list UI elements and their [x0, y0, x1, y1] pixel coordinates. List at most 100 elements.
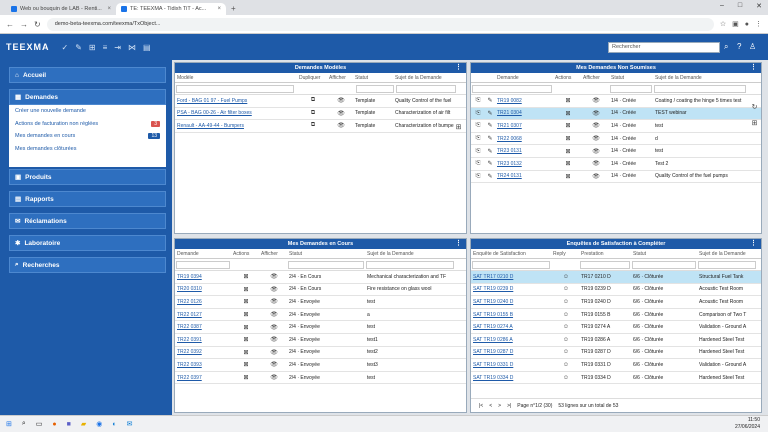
- folder-icon[interactable]: ▰: [81, 420, 86, 428]
- action-icon[interactable]: ⊠: [231, 336, 259, 343]
- menu-accueil[interactable]: ⌂ Accueil: [9, 67, 166, 83]
- request-link[interactable]: TR21 0304: [495, 110, 553, 116]
- request-link[interactable]: TR23 0131: [495, 148, 553, 154]
- table-row[interactable]: Renault - AA-49-44 - Bumpers ⧉ 👁 Template Ch…: [175, 120, 466, 133]
- filter-input[interactable]: [654, 84, 746, 93]
- reload-icon[interactable]: ↻: [34, 20, 41, 29]
- table-row[interactable]: SAT TR19 0286 A ☺ TR19 0286 A 6/6 · Clôturé…: [471, 334, 761, 347]
- table-row[interactable]: SAT TR19 0239 D ☺ TR19 0239 D 6/6 · Clôturé…: [471, 284, 761, 297]
- col-header[interactable]: Statut: [287, 251, 365, 257]
- request-link[interactable]: TR24 0131: [495, 173, 553, 179]
- table-row[interactable]: PSA - BAG 00-26 - Air filter boxes ⧉ 👁 Temp…: [175, 108, 466, 121]
- teams-icon[interactable]: ■: [67, 421, 71, 428]
- col-header[interactable]: Demande: [175, 251, 231, 257]
- model-link[interactable]: Renault - AA-49-44 - Bumpers: [175, 123, 297, 129]
- request-link[interactable]: TR22 0387: [175, 324, 231, 330]
- forward-icon[interactable]: →: [20, 20, 28, 29]
- windows-start-icon[interactable]: ⊞: [6, 420, 12, 428]
- survey-link[interactable]: SAT TR19 0155 B: [471, 312, 551, 318]
- request-link[interactable]: TR22 0126: [175, 299, 231, 305]
- search-icon[interactable]: ⌕: [22, 420, 26, 428]
- filter-input[interactable]: [472, 84, 552, 93]
- firefox-icon[interactable]: ●: [52, 421, 56, 428]
- request-link[interactable]: TR20 0310: [175, 286, 231, 292]
- view-icon[interactable]: 👁: [581, 110, 609, 117]
- col-header[interactable]: Prestation: [579, 251, 631, 257]
- table-row[interactable]: Ford - BAG 01 97 - Fuel Pumps ⧉ 👁 Template Q…: [175, 95, 466, 108]
- copy-icon[interactable]: ⎘: [471, 160, 483, 167]
- survey-link[interactable]: SAT TR19 0334 D: [471, 375, 551, 381]
- action-icon[interactable]: ⊠: [553, 97, 581, 104]
- survey-link[interactable]: SAT TR19 0274 A: [471, 324, 551, 330]
- col-header[interactable]: Sujet de la Demande: [393, 75, 455, 81]
- chart-icon[interactable]: ⊞: [89, 43, 96, 52]
- col-header[interactable]: Afficher: [327, 75, 353, 81]
- submenu-item[interactable]: Mes demandes clôturées: [9, 143, 166, 156]
- table-row[interactable]: ⎘ ✎ TR24 0131 ⊠ 👁 1/4 · Créée Quality Control …: [471, 171, 761, 184]
- filter-input[interactable]: [176, 260, 230, 269]
- reply-icon[interactable]: ☺: [551, 362, 579, 368]
- action-icon[interactable]: ⊠: [553, 110, 581, 117]
- menu-laboratoire[interactable]: ✱ Laboratoire: [9, 235, 166, 251]
- survey-link[interactable]: SAT TR19 0239 D: [471, 286, 551, 292]
- request-link[interactable]: TR22 0068: [495, 136, 553, 142]
- more-icon[interactable]: ⋮: [750, 63, 757, 73]
- filter-input[interactable]: [632, 260, 696, 269]
- filter-input[interactable]: [356, 84, 394, 93]
- menu-produits[interactable]: ▣ Produits: [9, 169, 166, 185]
- reply-icon[interactable]: ☺: [551, 349, 579, 355]
- copy-icon[interactable]: ⎘: [471, 135, 483, 142]
- table-row[interactable]: ⎘ ✎ TR23 0132 ⊠ 👁 1/4 · Créée Test 2: [471, 158, 761, 171]
- next-page-icon[interactable]: >: [498, 403, 501, 409]
- survey-link[interactable]: SAT TR19 0240 D: [471, 299, 551, 305]
- reply-icon[interactable]: ☺: [551, 274, 579, 280]
- filter-input[interactable]: [396, 84, 456, 93]
- duplicate-icon[interactable]: ⧉: [297, 110, 327, 117]
- reply-icon[interactable]: ☺: [551, 299, 579, 305]
- add-icon[interactable]: ⊞: [752, 119, 758, 127]
- action-icon[interactable]: ⊠: [231, 324, 259, 331]
- chrome-icon[interactable]: ◉: [96, 420, 102, 428]
- edit-icon[interactable]: ✎: [483, 173, 495, 180]
- filter-input[interactable]: [698, 260, 756, 269]
- table-row[interactable]: SAT TR19 0155 B ☺ TR19 0155 B 6/6 · Clôturé…: [471, 309, 761, 322]
- view-icon[interactable]: 👁: [327, 97, 353, 104]
- minimize-icon[interactable]: –: [720, 2, 724, 10]
- extensions-icon[interactable]: ▣: [732, 20, 739, 28]
- table-row[interactable]: TR22 0387 ⊠ 👁 2/4 · Envoyée test: [175, 321, 466, 334]
- maximize-icon[interactable]: □: [738, 2, 742, 10]
- form-icon[interactable]: ▤: [143, 43, 151, 52]
- reply-icon[interactable]: ☺: [551, 312, 579, 318]
- table-row[interactable]: SAT TR17 0210 D ☺ TR17 0210 D 6/6 · Clôturé…: [471, 271, 761, 284]
- table-row[interactable]: SAT TR19 0240 D ☺ TR19 0240 D 6/6 · Clôturé…: [471, 296, 761, 309]
- copy-icon[interactable]: ⎘: [471, 122, 483, 129]
- duplicate-icon[interactable]: ⧉: [297, 97, 327, 104]
- edit-icon[interactable]: ✎: [483, 122, 495, 129]
- search-input[interactable]: Rechercher: [608, 42, 720, 53]
- copy-icon[interactable]: ⎘: [471, 97, 483, 104]
- menu-recherches[interactable]: ⌕ Recherches: [9, 257, 166, 273]
- filter-input[interactable]: [580, 260, 630, 269]
- reply-icon[interactable]: ☺: [551, 324, 579, 330]
- action-icon[interactable]: ⊠: [231, 298, 259, 305]
- view-icon[interactable]: 👁: [581, 148, 609, 155]
- edit-icon[interactable]: ✎: [483, 110, 495, 117]
- profile-icon[interactable]: ●: [745, 21, 749, 28]
- submenu-item[interactable]: Créer une nouvelle demande: [9, 105, 166, 118]
- task-view-icon[interactable]: ▭: [36, 420, 43, 428]
- col-header[interactable]: Statut: [609, 75, 653, 81]
- col-header[interactable]: Modèle: [175, 75, 297, 81]
- star-icon[interactable]: ☆: [720, 20, 726, 28]
- action-icon[interactable]: ⊠: [231, 286, 259, 293]
- filter-input[interactable]: [176, 84, 294, 93]
- view-icon[interactable]: 👁: [259, 349, 287, 356]
- view-icon[interactable]: 👁: [259, 361, 287, 368]
- action-icon[interactable]: ⊠: [231, 311, 259, 318]
- more-icon[interactable]: ⋮: [455, 239, 462, 249]
- outlook-icon[interactable]: ✉: [127, 420, 133, 428]
- user-icon[interactable]: ♙: [749, 42, 756, 51]
- home-icon[interactable]: ✓: [62, 43, 69, 52]
- table-row[interactable]: ⎘ ✎ TR23 0131 ⊠ 👁 1/4 · Créée test: [471, 145, 761, 158]
- edit-icon[interactable]: ✎: [483, 97, 495, 104]
- model-link[interactable]: Ford - BAG 01 97 - Fuel Pumps: [175, 98, 297, 104]
